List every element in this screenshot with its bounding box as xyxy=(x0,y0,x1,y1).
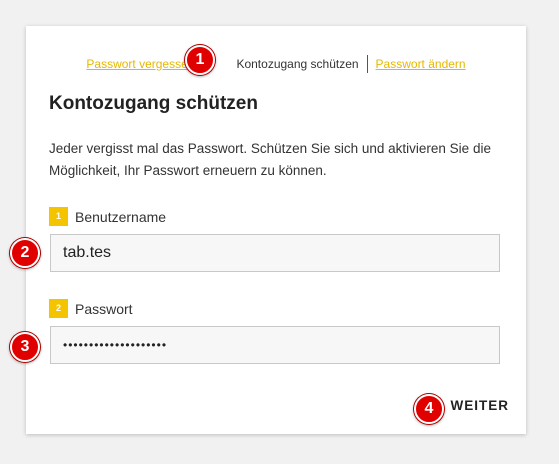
page-title: Kontozugang schützen xyxy=(49,93,258,114)
username-label: 1 Benutzername xyxy=(49,207,166,226)
username-field[interactable] xyxy=(50,234,500,272)
step-badge: 1 xyxy=(49,207,68,226)
login-card: Passwort vergessen Kontozugang schützen … xyxy=(26,26,526,434)
username-label-text: Benutzername xyxy=(75,208,167,225)
annotation-marker-4: 4 xyxy=(414,394,444,424)
annotation-marker-3: 3 xyxy=(10,332,40,362)
password-label: 2 Passwort xyxy=(49,299,133,318)
password-label-text: Passwort xyxy=(75,300,133,317)
breadcrumb-link-passwort-vergessen[interactable]: Passwort vergessen xyxy=(86,57,194,71)
password-field[interactable] xyxy=(50,326,500,364)
breadcrumb: Passwort vergessen Kontozugang schützen … xyxy=(26,54,526,74)
annotation-marker-1: 1 xyxy=(185,45,215,75)
breadcrumb-link-passwort-aendern[interactable]: Passwort ändern xyxy=(376,57,466,71)
annotation-marker-2: 2 xyxy=(10,238,40,268)
breadcrumb-divider xyxy=(366,55,368,73)
page-description: Jeder vergisst mal das Passwort. Schütze… xyxy=(49,141,491,178)
step-badge: 2 xyxy=(49,299,68,318)
breadcrumb-current: Kontozugang schützen xyxy=(236,57,359,71)
weiter-button[interactable]: WEITER xyxy=(451,398,510,413)
